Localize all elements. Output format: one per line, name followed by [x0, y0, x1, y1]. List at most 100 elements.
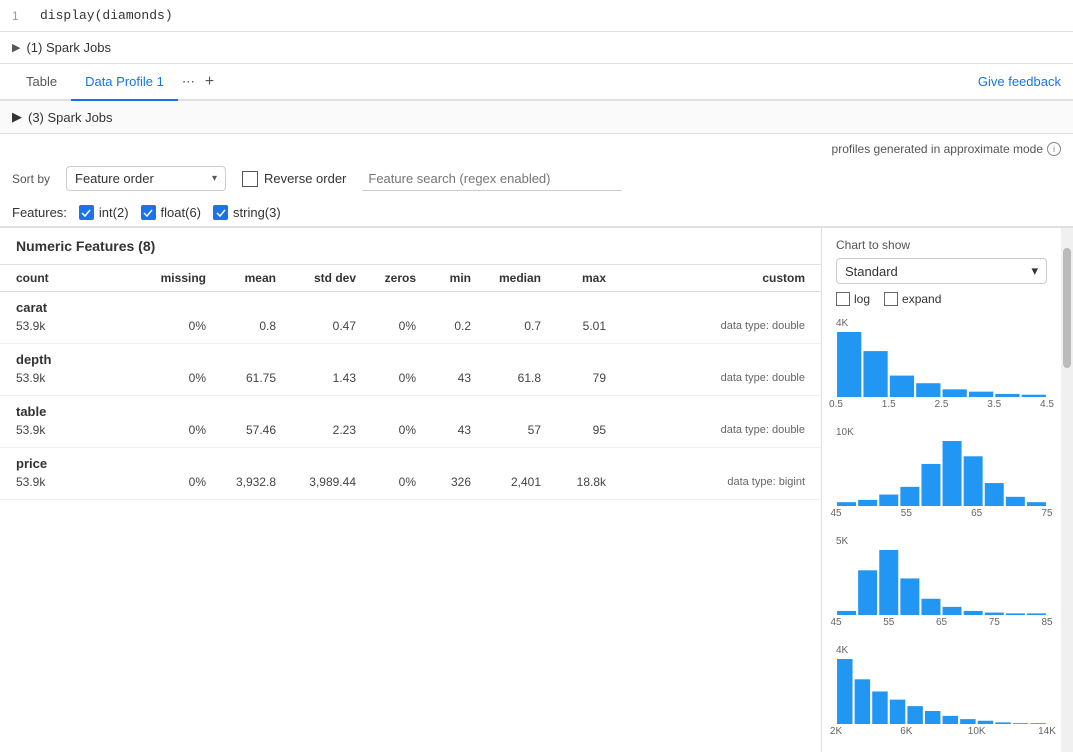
feat-median: 2,401 — [471, 475, 541, 489]
features-float-checkbox[interactable]: float(6) — [141, 205, 201, 220]
spark-jobs-2-arrow: ▶ — [12, 109, 22, 125]
histogram-svg — [836, 441, 1047, 506]
x-axis-label: 65 — [936, 617, 947, 628]
feat-count: 53.9k — [16, 423, 146, 437]
give-feedback-link[interactable]: Give feedback — [978, 74, 1061, 89]
tab-menu-button[interactable]: ⋯ — [178, 66, 199, 98]
col-header-median: median — [471, 271, 541, 285]
feat-median: 0.7 — [471, 319, 541, 333]
feature-name: depth — [16, 352, 805, 367]
feature-rows: carat 53.9k 0% 0.8 0.47 0% 0.2 0.7 5.01 … — [0, 292, 821, 500]
feat-min: 326 — [416, 475, 471, 489]
histogram-svg — [836, 332, 1047, 397]
col-header-mean: mean — [206, 271, 276, 285]
histogram-block: 4K 2K6K10K14K — [836, 645, 1047, 742]
tab-data-profile[interactable]: Data Profile 1 — [71, 64, 178, 101]
features-string-checkbox[interactable]: string(3) — [213, 205, 281, 220]
feat-missing: 0% — [146, 475, 206, 489]
histogram-block: 10K 45556575 — [836, 427, 1047, 524]
histograms-container: 4K 0.51.52.53.54.5 10K 45556575 5K 45556… — [836, 318, 1047, 742]
feat-zeros: 0% — [356, 371, 416, 385]
spark-jobs-arrow: ▶ — [12, 41, 20, 54]
profiles-mode-text: profiles generated in approximate mode — [832, 142, 1043, 156]
feat-stddev: 2.23 — [276, 423, 356, 437]
sort-select[interactable]: Feature order ▾ — [66, 166, 226, 191]
feat-count: 53.9k — [16, 319, 146, 333]
y-axis-label: 4K — [836, 645, 848, 656]
table-row: table 53.9k 0% 57.46 2.23 0% 43 57 95 da… — [0, 396, 821, 448]
feat-max: 95 — [541, 423, 606, 437]
x-axis-label: 2.5 — [935, 399, 949, 410]
feat-zeros: 0% — [356, 475, 416, 489]
scrollbar-thumb[interactable] — [1063, 248, 1071, 368]
col-header-stddev: std dev — [276, 271, 356, 285]
col-header-zeros: zeros — [356, 271, 416, 285]
feat-custom: data type: double — [606, 372, 805, 384]
feat-count: 53.9k — [16, 371, 146, 385]
feat-min: 43 — [416, 371, 471, 385]
feature-data-row: 53.9k 0% 0.8 0.47 0% 0.2 0.7 5.01 data t… — [16, 319, 805, 333]
x-axis-label: 3.5 — [987, 399, 1001, 410]
feat-mean: 3,932.8 — [206, 475, 276, 489]
feat-max: 18.8k — [541, 475, 606, 489]
sort-bar: Sort by Feature order ▾ Reverse order — [0, 160, 1073, 199]
chart-select-arrow: ▾ — [1031, 263, 1038, 279]
histogram-block: 4K 0.51.52.53.54.5 — [836, 318, 1047, 415]
log-cb-box — [836, 292, 850, 306]
feat-count: 53.9k — [16, 475, 146, 489]
reverse-order-checkbox[interactable]: Reverse order — [242, 171, 346, 187]
expand-checkbox[interactable]: expand — [884, 292, 941, 306]
x-axis-label: 75 — [989, 617, 1000, 628]
int-cb-box — [79, 205, 94, 220]
feat-stddev: 3,989.44 — [276, 475, 356, 489]
features-int-label: int(2) — [99, 205, 129, 220]
feature-data-row: 53.9k 0% 61.75 1.43 0% 43 61.8 79 data t… — [16, 371, 805, 385]
feat-custom: data type: double — [606, 320, 805, 332]
feature-name: carat — [16, 300, 805, 315]
table-row: depth 53.9k 0% 61.75 1.43 0% 43 61.8 79 … — [0, 344, 821, 396]
feat-mean: 61.75 — [206, 371, 276, 385]
feat-stddev: 1.43 — [276, 371, 356, 385]
chart-select[interactable]: Standard ▾ — [836, 258, 1047, 284]
reverse-order-label: Reverse order — [264, 171, 346, 186]
feat-zeros: 0% — [356, 319, 416, 333]
spark-jobs-1[interactable]: ▶ (1) Spark Jobs — [0, 32, 1073, 64]
feature-name: price — [16, 456, 805, 471]
feat-missing: 0% — [146, 423, 206, 437]
tab-add-button[interactable]: + — [199, 65, 220, 99]
sort-select-arrow: ▾ — [212, 173, 217, 184]
feat-custom: data type: bigint — [606, 476, 805, 488]
spark-jobs-2[interactable]: ▶ (3) Spark Jobs — [0, 101, 1073, 134]
spark-jobs-1-label: (1) Spark Jobs — [26, 40, 111, 55]
feature-search-input[interactable] — [362, 167, 622, 191]
feat-max: 5.01 — [541, 319, 606, 333]
x-axis-label: 4.5 — [1040, 399, 1054, 410]
expand-cb-box — [884, 292, 898, 306]
features-int-checkbox[interactable]: int(2) — [79, 205, 129, 220]
code-content: display(diamonds) — [40, 8, 173, 23]
feat-median: 61.8 — [471, 371, 541, 385]
feat-custom: data type: double — [606, 424, 805, 436]
feature-data-row: 53.9k 0% 57.46 2.23 0% 43 57 95 data typ… — [16, 423, 805, 437]
y-axis-label: 4K — [836, 318, 848, 329]
feat-mean: 57.46 — [206, 423, 276, 437]
x-axis-label: 45 — [830, 617, 841, 628]
feat-min: 43 — [416, 423, 471, 437]
x-axis: 4555657585 — [836, 617, 1047, 633]
feat-missing: 0% — [146, 371, 206, 385]
feat-median: 57 — [471, 423, 541, 437]
scrollbar[interactable] — [1061, 228, 1073, 752]
reverse-order-box — [242, 171, 258, 187]
table-row: price 53.9k 0% 3,932.8 3,989.44 0% 326 2… — [0, 448, 821, 500]
histogram-block: 5K 4555657585 — [836, 536, 1047, 633]
log-checkbox[interactable]: log — [836, 292, 870, 306]
x-axis: 2K6K10K14K — [836, 726, 1047, 742]
x-axis: 0.51.52.53.54.5 — [836, 399, 1047, 415]
tab-table[interactable]: Table — [12, 64, 71, 101]
chart-to-show-label: Chart to show — [836, 238, 1047, 252]
info-icon[interactable]: i — [1047, 142, 1061, 156]
sort-select-value: Feature order — [75, 171, 208, 186]
float-cb-box — [141, 205, 156, 220]
sort-by-label: Sort by — [12, 172, 50, 186]
x-axis-label: 0.5 — [829, 399, 843, 410]
